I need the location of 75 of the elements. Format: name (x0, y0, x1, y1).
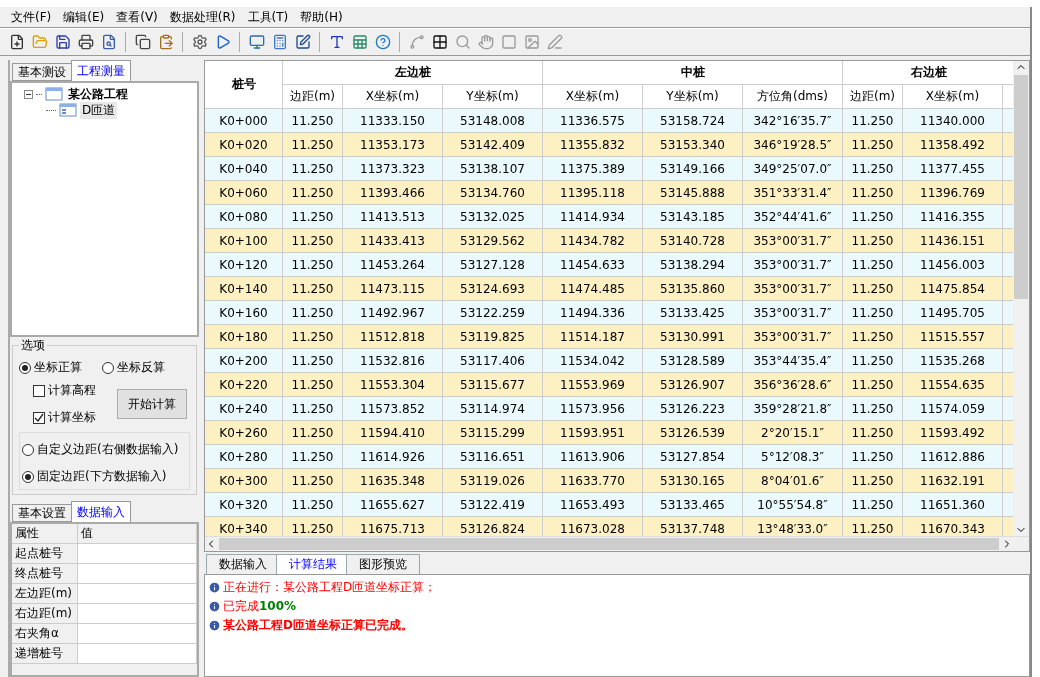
square-icon (500, 34, 517, 50)
radio-icon[interactable] (19, 361, 31, 374)
radio-option[interactable]: 坐标反算 (102, 359, 165, 376)
save-icon (54, 34, 71, 50)
collapse-icon[interactable] (24, 89, 33, 99)
radio-option[interactable]: 固定边距(下方数据输入) (22, 468, 187, 485)
value-field[interactable] (78, 624, 197, 644)
value-field[interactable] (78, 584, 197, 604)
copy-icon (134, 34, 151, 50)
paste-icon (157, 34, 174, 50)
grid-icon (431, 34, 448, 50)
tree-item[interactable]: 某公路工程 (66, 85, 130, 103)
property-label: 终点桩号 (12, 564, 78, 584)
hand-icon (477, 34, 494, 50)
edit-icon (294, 34, 311, 50)
tab[interactable]: 基本测设 (12, 63, 72, 81)
checkbox-option[interactable]: 计算坐标 (33, 409, 117, 426)
start-button[interactable]: 开始计算 (117, 389, 187, 419)
info-icon (208, 619, 221, 632)
spreadsheet-icon (351, 34, 368, 50)
printer-icon (77, 34, 94, 50)
tab[interactable]: 图形预览 (346, 554, 420, 574)
menu-item[interactable]: 帮助(H) (300, 8, 343, 26)
menu-item[interactable]: 数据处理(R) (169, 8, 236, 26)
horizontal-scrollbar[interactable] (205, 536, 1029, 551)
radio-icon[interactable] (22, 470, 34, 483)
text-icon (328, 34, 345, 50)
value-field[interactable] (78, 544, 197, 564)
radio-icon[interactable] (22, 443, 34, 456)
checkbox-option[interactable]: 计算高程 (33, 382, 117, 399)
value-field[interactable] (78, 644, 197, 664)
group-header: 左边桩 (283, 61, 543, 85)
menu-item[interactable]: 工具(T) (247, 8, 289, 26)
info-icon (208, 581, 221, 594)
property-label: 右边距(m) (12, 604, 78, 624)
property-label: 左边距(m) (12, 584, 78, 604)
radio-option[interactable]: 自定义边距(右侧数据输入) (22, 441, 187, 458)
property-label: 起点桩号 (12, 544, 78, 564)
monitor-icon (248, 34, 265, 50)
tab[interactable]: 工程测量 (71, 60, 131, 81)
menu-item[interactable]: 编辑(E) (63, 8, 105, 26)
column-header: 属性 (12, 524, 78, 544)
folder-icon (31, 34, 48, 50)
image-icon (523, 34, 540, 50)
checkbox[interactable] (33, 384, 45, 397)
value-field[interactable] (78, 564, 197, 584)
list-icon (59, 103, 77, 117)
group-header: 中桩 (543, 61, 843, 85)
radio-option[interactable]: 坐标正算 (19, 359, 82, 376)
pen-icon (546, 34, 563, 50)
log-message: 正在进行：某公路工程D匝道坐标正算； (223, 579, 437, 596)
tree-item[interactable]: D匝道 (80, 101, 118, 119)
vertical-scrollbar[interactable] (1013, 61, 1029, 536)
curve-icon (408, 34, 425, 50)
log-message: 某公路工程D匝道坐标正算已完成。 (223, 617, 413, 634)
help-icon (374, 34, 391, 50)
menu-item[interactable]: 文件(F) (11, 8, 52, 26)
window-icon (45, 87, 63, 101)
value-field[interactable] (78, 604, 197, 624)
log-message: 已完成100% (223, 598, 297, 615)
new-file-icon (8, 34, 25, 50)
calculator-icon (271, 34, 288, 50)
menu-item[interactable]: 查看(V) (116, 8, 158, 26)
tab[interactable]: 基本设置 (12, 504, 72, 522)
search-icon (454, 34, 471, 50)
tab[interactable]: 数据输入 (71, 501, 131, 522)
checkbox[interactable] (33, 411, 45, 424)
radio-icon[interactable] (102, 361, 114, 374)
settings-icon (191, 34, 208, 50)
info-icon (208, 600, 221, 613)
column-header: 值 (78, 524, 197, 544)
preview-icon (100, 34, 117, 50)
property-label: 右夹角α (12, 624, 78, 644)
group-title: 选项 (20, 337, 46, 354)
property-label: 递增桩号 (12, 644, 78, 664)
